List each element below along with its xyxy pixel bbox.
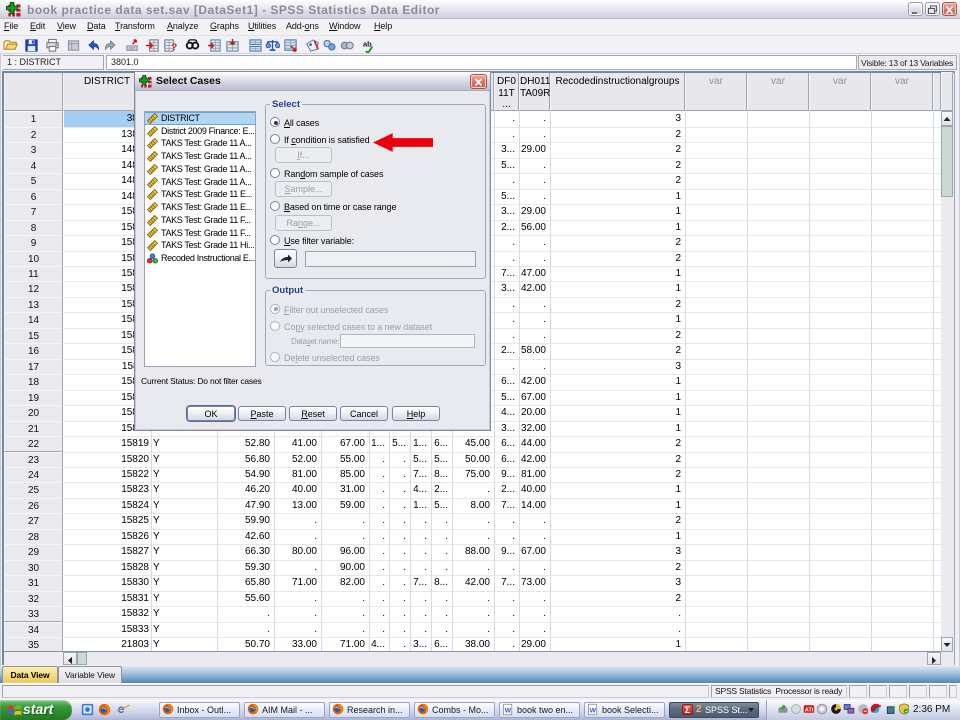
svg-text:ab: ab bbox=[363, 39, 372, 48]
svg-text:ATI: ATI bbox=[805, 707, 814, 713]
svg-text:?: ? bbox=[171, 42, 177, 52]
svg-text:W: W bbox=[505, 708, 512, 715]
svg-text:W: W bbox=[590, 708, 597, 715]
